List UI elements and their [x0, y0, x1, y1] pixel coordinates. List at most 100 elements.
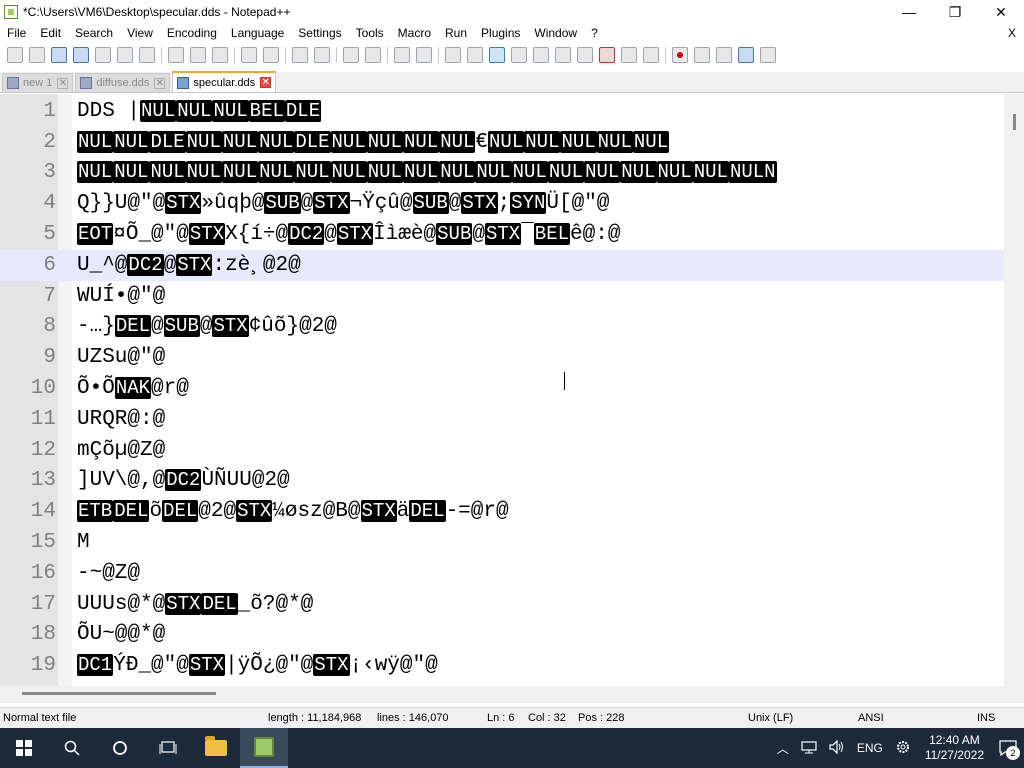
function-list-icon[interactable]: [555, 46, 571, 63]
editor-line[interactable]: 5 EOT¤Õ_@"@STXX{í÷@DC2@STXÎìæè@SUB@STX¯BE…: [0, 219, 1004, 250]
line-content[interactable]: ÕU~@@*@: [77, 623, 165, 646]
line-content[interactable]: NUL NUL NUL NUL NUL NUL NUL NUL NUL NUL NUL NUL NUL N…: [77, 161, 777, 184]
menu-help[interactable]: ?: [584, 24, 605, 43]
text-editor[interactable]: 1 DDS |NUL NUL NUL BEL DLE 2 NUL NUL DLE NUL NUL NUL…: [0, 94, 1024, 686]
line-content[interactable]: M: [77, 531, 90, 554]
menu-view[interactable]: View: [120, 24, 160, 43]
line-content[interactable]: Õ•ÕNAK@r@: [77, 377, 189, 400]
save-all-icon[interactable]: [73, 46, 89, 63]
undo-icon[interactable]: [241, 46, 257, 63]
paste-icon[interactable]: [212, 46, 228, 63]
editor-line[interactable]: 4 Q}}U@"@STX»ûqþ@SUB@STX¬Ÿçû@SUB@STX;SYNÜ…: [0, 188, 1004, 219]
menu-search[interactable]: Search: [68, 24, 120, 43]
vertical-scroll-thumb[interactable]: [1013, 114, 1016, 130]
notepadpp-taskbar-button[interactable]: [240, 728, 288, 768]
print-icon[interactable]: [139, 46, 155, 63]
close-file-icon[interactable]: [95, 46, 111, 63]
editor-line[interactable]: 7 WUÍ•@"@: [0, 281, 1004, 312]
editor-line[interactable]: 8 -…}DEL@SUB@STX¢ûõ}@2@: [0, 312, 1004, 343]
editor-line[interactable]: 13]UV\@,@DC2ÙÑUU@2@: [0, 466, 1004, 497]
editor-line[interactable]: 3 NUL NUL NUL NUL NUL NUL NUL NUL NUL NUL NUL NUL NUL…: [0, 158, 1004, 189]
line-content[interactable]: DC1ÝÐ_@"@STX|ÿÕ¿@"@STX¡‹wÿ@"@: [77, 654, 438, 677]
editor-line[interactable]: 6 U_^@DC2@STX:zè¸@2@: [0, 249, 1004, 281]
horizontal-scroll-thumb[interactable]: [22, 692, 216, 695]
editor-line[interactable]: 17 UUUs@*@STX DEL_õ?@*@: [0, 589, 1004, 620]
run-macro-multiple-icon[interactable]: [738, 46, 754, 63]
menu-macro[interactable]: Macro: [391, 24, 438, 43]
line-content[interactable]: NUL NUL DLE NUL NUL NUL DLE NUL NUL NUL NUL€NUL NUL…: [77, 130, 670, 154]
redo-icon[interactable]: [263, 46, 279, 63]
task-view-icon[interactable]: [144, 728, 192, 768]
settings-gear-icon[interactable]: [889, 739, 917, 758]
line-content[interactable]: WUÍ•@"@: [77, 285, 165, 308]
tab-new-1[interactable]: new 1 ✕: [2, 73, 74, 92]
save-macro-icon[interactable]: [760, 46, 776, 63]
show-all-characters-icon[interactable]: [467, 46, 483, 63]
close-all-icon[interactable]: [117, 46, 133, 63]
editor-line[interactable]: 10 Õ•ÕNAK@r@: [0, 373, 1004, 404]
play-macro-icon[interactable]: [716, 46, 732, 63]
line-content[interactable]: Q}}U@"@STX»ûqþ@SUB@STX¬Ÿçû@SUB@STX;SYNÜ[…: [77, 192, 609, 215]
new-file-icon[interactable]: [7, 46, 23, 63]
menu-language[interactable]: Language: [224, 24, 291, 43]
notepadpp-app-icon[interactable]: [4, 5, 18, 19]
minimize-button[interactable]: —: [886, 0, 932, 24]
line-content[interactable]: -…}DEL@SUB@STX¢ûõ}@2@: [77, 315, 337, 338]
line-content[interactable]: U_^@DC2@STX:zè¸@2@: [77, 253, 301, 277]
editor-line[interactable]: 9 UZSu@"@: [0, 342, 1004, 373]
record-macro-icon[interactable]: [672, 46, 688, 63]
find-icon[interactable]: [292, 46, 308, 63]
notification-center-button[interactable]: 2: [992, 728, 1024, 768]
zoom-in-icon[interactable]: [343, 46, 359, 63]
status-eol-format[interactable]: Unix (LF): [748, 712, 793, 724]
close-button[interactable]: ✕: [978, 0, 1024, 24]
tab-specular-dds[interactable]: specular.dds ✕: [172, 71, 277, 92]
line-content[interactable]: UUUs@*@STX DEL_õ?@*@: [77, 592, 313, 616]
editor-line[interactable]: 11 URQR@:@: [0, 404, 1004, 435]
vertical-scrollbar[interactable]: [1004, 94, 1024, 686]
line-content[interactable]: URQR@:@: [77, 408, 165, 431]
editor-line[interactable]: 14 ETB DELõDEL@2@STX¼øsz@B@STXäDEL-=@r@: [0, 496, 1004, 527]
line-content[interactable]: -~@Z@: [77, 562, 140, 585]
tab-close-icon[interactable]: ✕: [57, 77, 69, 89]
line-content[interactable]: ]UV\@,@DC2ÙÑUU@2@: [77, 469, 290, 492]
editor-line[interactable]: 12 mÇõµ@Z@: [0, 435, 1004, 466]
search-icon[interactable]: [48, 728, 96, 768]
menu-edit[interactable]: Edit: [33, 24, 68, 43]
cut-icon[interactable]: [168, 46, 184, 63]
tab-diffuse-dds[interactable]: diffuse.dds ✕: [75, 73, 171, 92]
line-content[interactable]: mÇõµ@Z@: [77, 439, 165, 462]
sync-horizontal-icon[interactable]: [416, 46, 432, 63]
input-language-indicator[interactable]: ENG: [851, 741, 889, 755]
editor-lines[interactable]: 1 DDS |NUL NUL NUL BEL DLE 2 NUL NUL DLE NUL NUL NUL…: [0, 96, 1004, 681]
editor-line[interactable]: 1 DDS |NUL NUL NUL BEL DLE: [0, 96, 1004, 127]
editor-line[interactable]: 2 NUL NUL DLE NUL NUL NUL DLE NUL NUL NUL NUL€NUL NU…: [0, 127, 1004, 158]
monitoring-icon[interactable]: [621, 46, 637, 63]
system-clock[interactable]: 12:40 AM 11/27/2022: [917, 733, 992, 763]
menu-window[interactable]: Window: [527, 24, 584, 43]
volume-icon[interactable]: [823, 739, 851, 757]
define-language-icon[interactable]: [511, 46, 527, 63]
indent-guide-icon[interactable]: [489, 46, 505, 63]
line-content[interactable]: DDS |NUL NUL NUL BEL DLE: [77, 99, 322, 123]
status-encoding[interactable]: ANSI: [858, 712, 884, 724]
menu-tools[interactable]: Tools: [349, 24, 391, 43]
close-document-button[interactable]: X: [1008, 24, 1016, 43]
editor-line[interactable]: 19 DC1ÝÐ_@"@STX|ÿÕ¿@"@STX¡‹wÿ@"@: [0, 650, 1004, 681]
zoom-out-icon[interactable]: [365, 46, 381, 63]
horizontal-scrollbar[interactable]: [0, 686, 1024, 703]
editor-line[interactable]: 15 M: [0, 527, 1004, 558]
copy-icon[interactable]: [190, 46, 206, 63]
tab-close-icon[interactable]: ✕: [154, 77, 166, 89]
menu-encoding[interactable]: Encoding: [160, 24, 224, 43]
menu-run[interactable]: Run: [438, 24, 474, 43]
sync-vertical-icon[interactable]: [394, 46, 410, 63]
menu-file[interactable]: File: [0, 24, 33, 43]
line-content[interactable]: UZSu@"@: [77, 346, 165, 369]
open-file-icon[interactable]: [29, 46, 45, 63]
save-icon[interactable]: [51, 46, 67, 63]
line-content[interactable]: ETB DELõDEL@2@STX¼øsz@B@STXäDEL-=@r@: [77, 500, 509, 523]
line-content[interactable]: EOT¤Õ_@"@STXX{í÷@DC2@STXÎìæè@SUB@STX¯BEL…: [77, 223, 620, 246]
menu-settings[interactable]: Settings: [291, 24, 348, 43]
network-icon[interactable]: [795, 740, 823, 757]
